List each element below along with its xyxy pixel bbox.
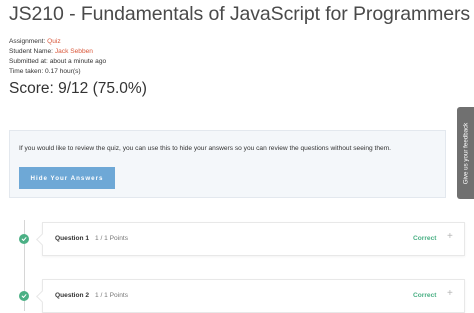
row-pointer (36, 233, 49, 246)
submitted-value: about a minute ago (49, 58, 107, 65)
feedback-tab[interactable]: Give us your feedback (457, 107, 474, 199)
question-row-2[interactable]: Question 2 1 / 1 Points Correct + (36, 279, 465, 313)
question-label: Question 2 (55, 292, 90, 299)
check-icon (19, 291, 29, 301)
expand-plus-icon[interactable]: + (447, 289, 453, 299)
question-status: Correct (413, 292, 437, 299)
feedback-tab-label: Give us your feedback (462, 122, 470, 184)
hide-answers-panel: If you would like to review the quiz, yo… (9, 130, 446, 198)
student-name-link[interactable]: Jack Sebben (55, 48, 93, 55)
time-taken-line: Time taken: 0.17 hour(s) (9, 68, 81, 75)
submitted-line: Submitted at: about a minute ago (9, 58, 106, 65)
page-title: JS210 - Fundamentals of JavaScript for P… (9, 3, 471, 25)
assignment-label: Assignment: (9, 38, 46, 45)
hide-answers-button[interactable]: Hide Your Answers (19, 167, 115, 189)
expand-plus-icon[interactable]: + (447, 232, 453, 242)
submitted-label: Submitted at: (9, 58, 48, 65)
question-points: 1 / 1 Points (95, 292, 128, 299)
question-points: 1 / 1 Points (95, 235, 128, 242)
time-taken-value: 0.17 hour(s) (45, 68, 81, 75)
assignment-line: Assignment: Quiz (9, 38, 61, 45)
assignment-link[interactable]: Quiz (47, 38, 61, 45)
question-status: Correct (413, 235, 437, 242)
question-label: Question 1 (55, 235, 90, 242)
student-name-label: Student Name: (9, 48, 53, 55)
time-taken-label: Time taken: (9, 68, 44, 75)
score-heading: Score: 9/12 (75.0%) (9, 80, 147, 97)
hide-answers-info: If you would like to review the quiz, yo… (19, 145, 392, 152)
check-icon (19, 234, 29, 244)
question-row-1[interactable]: Question 1 1 / 1 Points Correct + (36, 222, 465, 256)
row-pointer (36, 290, 49, 303)
student-name-line: Student Name: Jack Sebben (9, 48, 93, 55)
